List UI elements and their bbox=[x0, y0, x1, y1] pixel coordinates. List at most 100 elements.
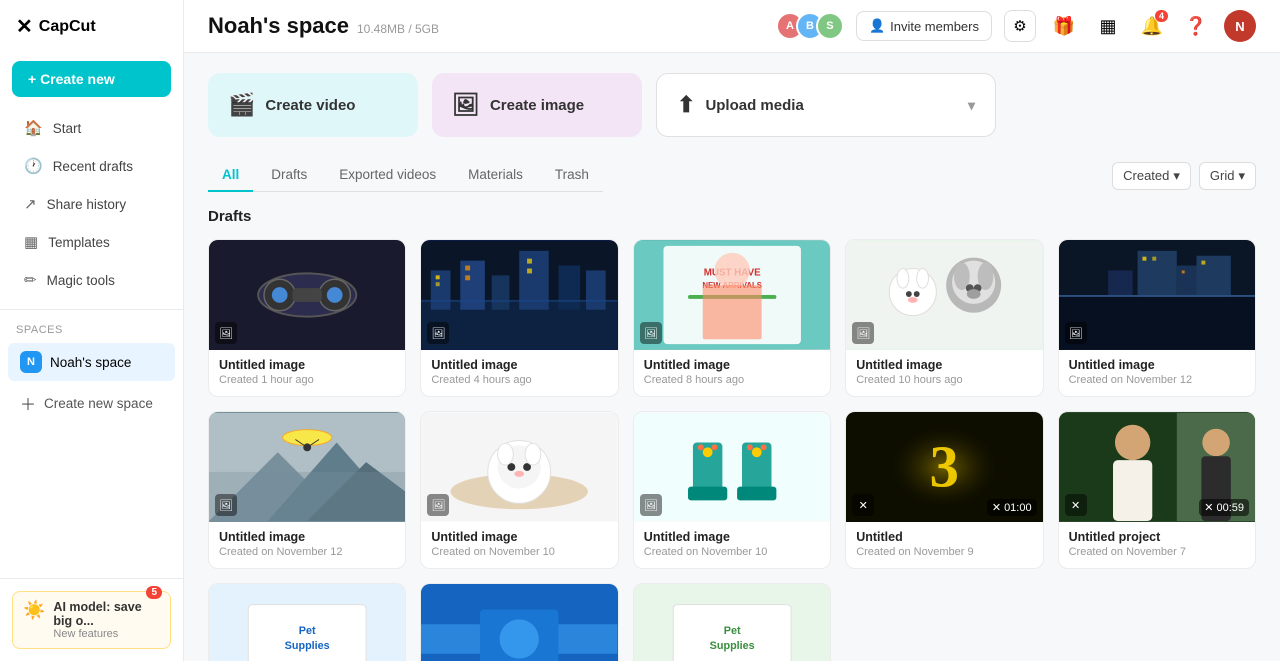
table-row[interactable]: 🖼 Untitled image Created on November 7 bbox=[420, 583, 618, 661]
user-avatar[interactable]: N bbox=[1224, 10, 1256, 42]
table-row[interactable]: Pet Supplies 🖼 Untitled image Created on… bbox=[633, 583, 831, 661]
header-right: A B S 👤 Invite members ⚙ 🎁 ▦ 🔔 4 bbox=[776, 10, 1256, 42]
create-video-label: Create video bbox=[265, 97, 355, 114]
nav-share-history[interactable]: ↗ Share history bbox=[8, 186, 175, 222]
card-title: Untitled image bbox=[644, 358, 820, 372]
table-row[interactable]: MUST HAVE NEW ARRIVALS 🖼 Untitled image … bbox=[633, 239, 831, 397]
create-image-button[interactable]: 🖼 Create image bbox=[432, 73, 642, 137]
logo-text: CapCut bbox=[39, 18, 96, 36]
card-thumbnail: Pet Supplies 🖼 bbox=[634, 584, 830, 661]
member-avatars: A B S bbox=[776, 12, 844, 40]
table-row[interactable]: 🖼 Untitled image Created 10 hours ago bbox=[845, 239, 1043, 397]
storage-info: 10.48MB / 5GB bbox=[357, 22, 439, 36]
nav-start-label: Start bbox=[53, 121, 82, 136]
quick-actions-bar: 🎬 Create video 🖼 Create image ⬆ Upload m… bbox=[208, 73, 1256, 137]
view-label: Grid bbox=[1210, 168, 1235, 183]
card-thumbnail: 3 ✕ ✕ 01:00 bbox=[846, 412, 1042, 522]
card-title: Untitled image bbox=[219, 530, 395, 544]
drafts-grid: 🖼 Untitled image Created 1 hour ago bbox=[208, 239, 1256, 661]
space-avatar: N bbox=[20, 351, 42, 373]
upload-media-label: Upload media bbox=[705, 97, 803, 114]
nav-share-history-label: Share history bbox=[47, 197, 127, 212]
magic-icon: ✏ bbox=[24, 271, 37, 289]
avatar: S bbox=[816, 12, 844, 40]
nav-recent-drafts[interactable]: 🕐 Recent drafts bbox=[8, 148, 175, 184]
create-space-label: Create new space bbox=[44, 396, 153, 411]
create-image-label: Create image bbox=[490, 97, 584, 114]
chevron-down-icon: ▾ bbox=[968, 97, 975, 114]
card-title: Untitled image bbox=[431, 530, 607, 544]
card-date: Created on November 7 bbox=[1069, 546, 1245, 558]
nav-recent-drafts-label: Recent drafts bbox=[53, 159, 133, 174]
table-row[interactable]: 🖼 Untitled image Created on November 12 bbox=[1058, 239, 1256, 397]
sidebar-divider bbox=[0, 309, 183, 310]
table-row[interactable]: 🖼 Untitled image Created 1 hour ago bbox=[208, 239, 406, 397]
nav-start[interactable]: 🏠 Start bbox=[8, 110, 175, 146]
help-button[interactable]: ❓ bbox=[1180, 10, 1212, 42]
card-title: Untitled project bbox=[1069, 530, 1245, 544]
drafts-section-title: Drafts bbox=[208, 208, 1256, 225]
person-add-icon: 👤 bbox=[869, 18, 885, 34]
card-date: Created on November 10 bbox=[644, 546, 820, 558]
settings-button[interactable]: ⚙ bbox=[1004, 10, 1036, 42]
notification-badge: 4 bbox=[1155, 10, 1168, 22]
card-info: Untitled Created on November 9 bbox=[846, 522, 1042, 568]
card-thumbnail: 🖼 bbox=[846, 240, 1042, 350]
create-new-space-button[interactable]: ＋ Create new space bbox=[8, 383, 175, 423]
tab-all[interactable]: All bbox=[208, 159, 253, 192]
table-row[interactable]: 🖼 Untitled image Created on November 12 bbox=[208, 411, 406, 569]
svg-text:Supplies: Supplies bbox=[285, 640, 330, 652]
card-thumbnail: MUST HAVE NEW ARRIVALS 🖼 bbox=[634, 240, 830, 350]
table-row[interactable]: ✕ ✕ 00:59 Untitled project Created on No… bbox=[1058, 411, 1256, 569]
card-thumbnail: 🖼 bbox=[209, 240, 405, 350]
card-date: Created on November 10 bbox=[431, 546, 607, 558]
sidebar-item-noahs-space[interactable]: N Noah's space bbox=[8, 343, 175, 381]
create-new-button[interactable]: + Create new bbox=[12, 61, 171, 97]
tab-trash[interactable]: Trash bbox=[541, 159, 603, 192]
card-type-icon: 🖼 bbox=[427, 494, 449, 516]
nav-templates[interactable]: ▦ Templates bbox=[8, 224, 175, 260]
card-type-icon: 🖼 bbox=[215, 322, 237, 344]
tabs-bar: All Drafts Exported videos Materials Tra… bbox=[208, 159, 1256, 192]
share-icon: ↗ bbox=[24, 195, 37, 213]
card-type-icon: 🖼 bbox=[1065, 322, 1087, 344]
card-info: Untitled image Created 4 hours ago bbox=[421, 350, 617, 396]
notifications-button[interactable]: 🔔 4 bbox=[1136, 10, 1168, 42]
ai-model-card[interactable]: ☀️ AI model: save big o... New features … bbox=[12, 591, 171, 649]
template-button[interactable]: ▦ bbox=[1092, 10, 1124, 42]
invite-members-button[interactable]: 👤 Invite members bbox=[856, 11, 992, 41]
tab-materials[interactable]: Materials bbox=[454, 159, 537, 192]
view-mode-button[interactable]: Grid ▾ bbox=[1199, 162, 1256, 190]
card-type-icon: 🖼 bbox=[852, 322, 874, 344]
table-row[interactable]: 🖼 Untitled image Created on November 10 bbox=[633, 411, 831, 569]
chevron-down-icon: ▾ bbox=[1173, 168, 1180, 184]
sort-by-button[interactable]: Created ▾ bbox=[1112, 162, 1191, 190]
table-row[interactable]: 3 ✕ ✕ 01:00 Untitled Created on November… bbox=[845, 411, 1043, 569]
card-date: Created 10 hours ago bbox=[856, 374, 1032, 386]
page-header: Noah's space 10.48MB / 5GB A B S 👤 Invit… bbox=[184, 0, 1280, 53]
table-row[interactable]: 🖼 Untitled image Created 4 hours ago bbox=[420, 239, 618, 397]
card-info: Untitled image Created 10 hours ago bbox=[846, 350, 1042, 396]
card-date: Created on November 9 bbox=[856, 546, 1032, 558]
video-duration: ✕ 01:00 bbox=[987, 499, 1037, 516]
create-video-button[interactable]: 🎬 Create video bbox=[208, 73, 418, 137]
upload-media-button[interactable]: ⬆ Upload media ▾ bbox=[656, 73, 996, 137]
sort-label: Created bbox=[1123, 168, 1169, 183]
templates-icon: ▦ bbox=[24, 233, 38, 251]
card-type-icon: ✕ bbox=[852, 494, 874, 516]
table-row[interactable]: 🖼 Untitled image Created on November 10 bbox=[420, 411, 618, 569]
tab-exported[interactable]: Exported videos bbox=[325, 159, 450, 192]
gift-button[interactable]: 🎁 bbox=[1048, 10, 1080, 42]
card-info: Untitled project Created on November 7 bbox=[1059, 522, 1255, 568]
video-duration: ✕ 00:59 bbox=[1199, 499, 1249, 516]
card-thumbnail: 🖼 bbox=[209, 412, 405, 522]
content-area: 🎬 Create video 🖼 Create image ⬆ Upload m… bbox=[184, 53, 1280, 661]
content-tabs: All Drafts Exported videos Materials Tra… bbox=[208, 159, 603, 192]
chevron-down-icon: ▾ bbox=[1238, 168, 1245, 184]
table-row[interactable]: Pet Supplies 🖼 Untitled image Created on… bbox=[208, 583, 406, 661]
ai-emoji-icon: ☀️ bbox=[23, 600, 45, 621]
tab-drafts[interactable]: Drafts bbox=[257, 159, 321, 192]
page-title: Noah's space bbox=[208, 13, 349, 39]
nav-magic-tools[interactable]: ✏ Magic tools bbox=[8, 262, 175, 298]
spaces-section-label: Spaces bbox=[0, 320, 183, 342]
